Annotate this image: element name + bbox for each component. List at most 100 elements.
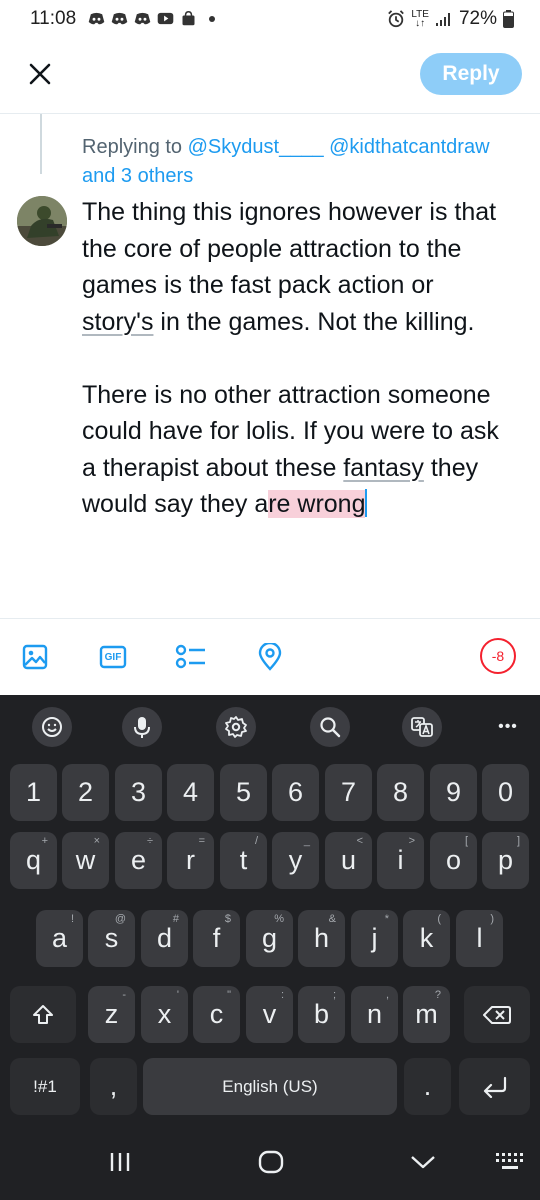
key-o[interactable]: o[	[430, 832, 477, 889]
more-notifications-dot	[209, 15, 215, 22]
close-icon	[29, 63, 51, 85]
key-f[interactable]: f $	[193, 910, 240, 967]
key-c[interactable]: c "	[193, 986, 240, 1043]
key-7[interactable]: 7	[325, 764, 372, 821]
avatar-image	[17, 196, 67, 246]
header-divider	[0, 113, 540, 114]
key-q[interactable]: q +	[10, 832, 57, 889]
key-u[interactable]: u <	[325, 832, 372, 889]
emoji-icon[interactable]	[32, 707, 72, 747]
microphone-icon[interactable]	[122, 707, 162, 747]
backspace-icon	[483, 1005, 511, 1024]
text-line: would say they are wrong	[82, 489, 368, 518]
character-counter: -8	[480, 638, 516, 674]
comma-key[interactable]: ,	[90, 1058, 137, 1115]
key-r[interactable]: r =	[167, 832, 214, 889]
key-x[interactable]: x '	[141, 986, 188, 1043]
close-button[interactable]	[22, 56, 58, 92]
home-icon[interactable]	[251, 1146, 291, 1178]
key-d[interactable]: d #	[141, 910, 188, 967]
key-l[interactable]: l)	[456, 910, 503, 967]
discord-icon	[134, 12, 151, 25]
battery-percent: 72%	[458, 8, 497, 29]
key-4[interactable]: 4	[167, 764, 214, 821]
key-2[interactable]: 2	[62, 764, 109, 821]
status-right: LTE ↓↑ 72%	[387, 8, 514, 30]
text-line: The thing this ignores however is that	[82, 198, 497, 226]
poll-icon[interactable]	[175, 641, 207, 673]
key-6[interactable]: 6	[272, 764, 319, 821]
reply-mention-user1[interactable]: @Skydust____	[188, 136, 324, 158]
enter-icon	[483, 1076, 506, 1098]
text-line: story's in the games. Not the killing.	[82, 307, 475, 336]
keyboard: ••• 1 2 3 4 5 6 7 8 9 0 q + w × e ÷ r = t / y…	[0, 695, 540, 1122]
shift-icon	[33, 1004, 53, 1024]
key-w[interactable]: w ×	[62, 832, 109, 889]
key-g[interactable]: g%	[246, 910, 293, 967]
shift-key[interactable]	[10, 986, 76, 1043]
discord-icon	[88, 12, 105, 25]
key-t[interactable]: t /	[220, 832, 267, 889]
navigation-bar	[0, 1122, 540, 1200]
search-icon[interactable]	[310, 707, 350, 747]
tweet-compose-text[interactable]: The thing this ignores however is that t…	[82, 194, 527, 523]
key-b[interactable]: b;	[298, 986, 345, 1043]
reply-mention-user2[interactable]: @kidthatcantdraw	[329, 136, 489, 158]
text-line: could have for lolis. If you were to ask	[82, 417, 499, 445]
key-8[interactable]: 8	[377, 764, 424, 821]
key-j[interactable]: j *	[351, 910, 398, 967]
translate-icon[interactable]	[402, 707, 442, 747]
key-n[interactable]: n,	[351, 986, 398, 1043]
thread-line	[40, 114, 42, 174]
key-s[interactable]: s @	[88, 910, 135, 967]
more-icon[interactable]: •••	[488, 707, 528, 747]
notification-icons	[88, 11, 215, 26]
text-cursor	[365, 489, 368, 517]
text-line: There is no other attraction someone	[82, 380, 491, 409]
key-5[interactable]: 5	[220, 764, 267, 821]
key-a[interactable]: a!	[36, 910, 83, 967]
key-0[interactable]: 0	[482, 764, 529, 821]
spellcheck-word[interactable]: fantasy	[343, 454, 424, 482]
spellcheck-word[interactable]: story's	[82, 308, 153, 336]
key-v[interactable]: v:	[246, 986, 293, 1043]
key-m[interactable]: m?	[403, 986, 450, 1043]
compose-toolbar: GIF	[0, 619, 540, 695]
discord-icon	[111, 12, 128, 25]
space-key[interactable]: English (US)	[143, 1058, 397, 1115]
backspace-key[interactable]	[464, 986, 530, 1043]
key-9[interactable]: 9	[430, 764, 477, 821]
settings-icon[interactable]	[216, 707, 256, 747]
back-icon[interactable]	[403, 1146, 443, 1178]
location-icon[interactable]	[254, 641, 286, 673]
key-p[interactable]: p]	[482, 832, 529, 889]
key-z[interactable]: z-	[88, 986, 135, 1043]
reply-mention-others[interactable]: and 3 others	[82, 165, 193, 187]
image-icon[interactable]	[19, 641, 51, 673]
bag-icon	[182, 11, 195, 26]
key-y[interactable]: y _	[272, 832, 319, 889]
symbols-key[interactable]: !#1	[10, 1058, 80, 1115]
status-bar: 11:08 LTE ↓↑ 72%	[0, 0, 540, 40]
text-line: games is the fast pack action or	[82, 271, 434, 299]
keyboard-switch-icon[interactable]	[490, 1146, 530, 1178]
key-k[interactable]: k(	[403, 910, 450, 967]
text-line: the core of people attraction to the	[82, 234, 462, 263]
gif-label: GIF	[104, 651, 122, 663]
key-e[interactable]: e ÷	[115, 832, 162, 889]
key-3[interactable]: 3	[115, 764, 162, 821]
replying-to[interactable]: Replying to @Skydust____ @kidthatcantdra…	[82, 133, 522, 191]
key-i[interactable]: i >	[377, 832, 424, 889]
key-1[interactable]: 1	[10, 764, 57, 821]
gif-icon[interactable]: GIF	[97, 641, 129, 673]
network-type: LTE ↓↑	[411, 9, 429, 29]
key-h[interactable]: h &	[298, 910, 345, 967]
reply-button[interactable]: Reply	[420, 53, 522, 95]
avatar[interactable]	[17, 196, 67, 246]
status-time: 11:08	[30, 8, 77, 29]
enter-key[interactable]	[459, 1058, 530, 1115]
period-key[interactable]: .	[404, 1058, 451, 1115]
signal-icon	[435, 13, 450, 26]
recent-apps-icon[interactable]	[100, 1146, 140, 1178]
alarm-icon	[388, 10, 405, 28]
